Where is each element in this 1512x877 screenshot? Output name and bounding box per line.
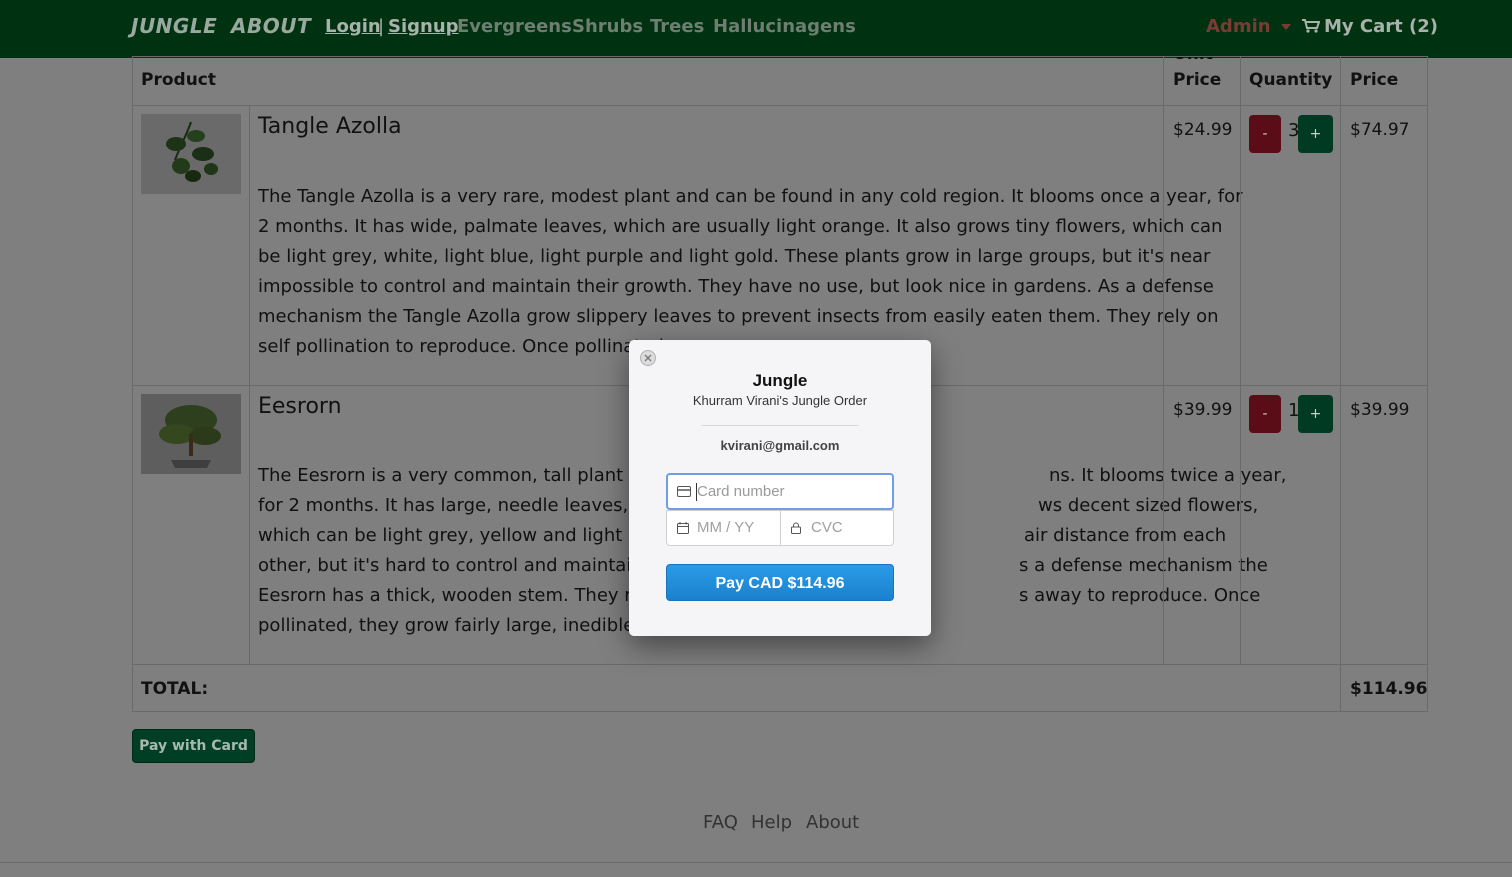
- chevron-down-icon: [1280, 24, 1291, 30]
- brand-link[interactable]: JUNGLE: [131, 14, 217, 38]
- unit-price-cell: $39.99: [1163, 385, 1241, 665]
- price-cell: $39.99: [1340, 385, 1428, 665]
- expiry-field[interactable]: MM / YY: [666, 510, 781, 546]
- credit-card-icon: [677, 486, 691, 497]
- close-icon: [644, 354, 652, 362]
- description-line: impossible to control and maintain their…: [258, 276, 1214, 297]
- header-quantity: Quantity: [1249, 70, 1333, 90]
- header-unit-price-cell: Unit Price: [1163, 56, 1241, 106]
- increase-quantity-button[interactable]: +: [1298, 115, 1333, 153]
- total-value: $114.96: [1350, 679, 1428, 699]
- close-button[interactable]: [640, 350, 656, 366]
- footer-divider: [0, 862, 1512, 863]
- calendar-icon: [677, 522, 689, 534]
- header-price: Price: [1350, 70, 1399, 90]
- product-description: The Tangle Azolla is a very rare, modest…: [258, 182, 1243, 362]
- description-line: 2 months. It has wide, palmate leaves, w…: [258, 216, 1223, 237]
- description-line: The Tangle Azolla is a very rare, modest…: [258, 186, 1243, 207]
- table-row-image-cell: [132, 105, 250, 386]
- cart-link[interactable]: My Cart (2): [1302, 16, 1438, 37]
- description-line: Eesrorn has a thick, wooden stem. They r…: [258, 585, 675, 606]
- description-line: ws decent sized flowers,: [1038, 495, 1259, 516]
- total-label: TOTAL:: [141, 679, 209, 699]
- unit-price: $24.99: [1173, 120, 1233, 140]
- footer-help-link[interactable]: Help: [751, 812, 792, 833]
- total-label-cell: TOTAL:: [132, 664, 1341, 712]
- bonsai-icon: [141, 394, 241, 474]
- unit-price-cell: $24.99: [1163, 105, 1241, 386]
- customer-email: kvirani@gmail.com: [720, 438, 840, 453]
- header-product-cell: Product: [132, 56, 1164, 106]
- auth-separator: |: [378, 16, 385, 37]
- line-price: $39.99: [1350, 400, 1410, 420]
- decrease-quantity-button[interactable]: -: [1249, 395, 1281, 433]
- product-name: Eesrorn: [258, 394, 342, 419]
- quantity-cell: - 1 +: [1240, 385, 1341, 665]
- card-number-field[interactable]: Card number: [666, 473, 894, 510]
- product-image[interactable]: [141, 394, 241, 474]
- header-product: Product: [141, 70, 216, 90]
- description-line: mechanism the Tangle Azolla grow slipper…: [258, 306, 1219, 327]
- footer-about-link[interactable]: About: [806, 812, 859, 833]
- footer-faq-link[interactable]: FAQ: [703, 812, 738, 833]
- product-description-left: The Eesrorn is a very common, tall plant…: [258, 461, 675, 641]
- modal-divider: [701, 425, 859, 426]
- nav-category-shrubs[interactable]: Shrubs: [572, 16, 643, 37]
- description-line: pollinated, they grow fairly large, ined…: [258, 615, 666, 636]
- decrease-quantity-button[interactable]: -: [1249, 115, 1281, 153]
- checkout-modal: Jungle Khurram Virani's Jungle Order kvi…: [629, 340, 931, 636]
- shopping-cart-icon: [1302, 19, 1320, 33]
- card-number-placeholder: Card number: [697, 483, 785, 500]
- price-cell: $74.97: [1340, 105, 1428, 386]
- navbar: JUNGLE ABOUT Login | Signup Evergreens S…: [0, 0, 1512, 58]
- header-quantity-cell: Quantity: [1240, 56, 1341, 106]
- nav-category-hallucinagens[interactable]: Hallucinagens: [713, 16, 856, 37]
- plant-icon: [141, 114, 241, 194]
- description-line: s away to reproduce. Once: [1019, 585, 1261, 606]
- signup-link[interactable]: Signup: [388, 16, 459, 37]
- product-image[interactable]: [141, 114, 241, 194]
- login-link[interactable]: Login: [325, 16, 381, 37]
- total-value-cell: $114.96: [1340, 664, 1428, 712]
- pay-button[interactable]: Pay CAD $114.96: [666, 564, 894, 601]
- header-unit-price: Price: [1173, 70, 1222, 90]
- cart-label: My Cart (2): [1324, 16, 1438, 37]
- header-unit-price-top: Unit: [1173, 57, 1213, 64]
- nav-category-trees[interactable]: Trees: [650, 16, 704, 37]
- description-line: air distance from each: [1024, 525, 1227, 546]
- description-line: other, but it's hard to control and main…: [258, 555, 667, 576]
- cvc-placeholder: CVC: [811, 519, 843, 536]
- pay-with-card-button[interactable]: Pay with Card: [132, 729, 255, 763]
- cvc-field[interactable]: CVC: [780, 510, 894, 546]
- admin-dropdown[interactable]: Admin: [1206, 16, 1291, 37]
- description-line: which can be light grey, yellow and ligh…: [258, 525, 667, 546]
- header-price-cell: Price: [1340, 56, 1428, 106]
- about-link[interactable]: ABOUT: [231, 14, 311, 38]
- quantity-cell: - 3 +: [1240, 105, 1341, 386]
- table-row-image-cell: [132, 385, 250, 665]
- admin-label: Admin: [1206, 16, 1271, 37]
- modal-subtitle: Khurram Virani's Jungle Order: [692, 393, 868, 408]
- nav-category-evergreens[interactable]: Evergreens: [457, 16, 572, 37]
- line-price: $74.97: [1350, 120, 1410, 140]
- lock-icon: [791, 522, 801, 534]
- description-line: The Eesrorn is a very common, tall plant…: [258, 465, 663, 486]
- unit-price: $39.99: [1173, 400, 1233, 420]
- increase-quantity-button[interactable]: +: [1298, 395, 1333, 433]
- description-line: ns. It blooms twice a year,: [1049, 465, 1287, 486]
- expiry-placeholder: MM / YY: [697, 519, 755, 536]
- description-line: be light grey, white, light blue, light …: [258, 246, 1211, 267]
- description-line: s a defense mechanism the: [1019, 555, 1268, 576]
- product-description-right: ns. It blooms twice a year, ws decent siz…: [934, 461, 1287, 611]
- modal-title: Jungle: [752, 371, 808, 390]
- description-line: for 2 months. It has large, needle leave…: [258, 495, 676, 516]
- product-name: Tangle Azolla: [258, 114, 402, 139]
